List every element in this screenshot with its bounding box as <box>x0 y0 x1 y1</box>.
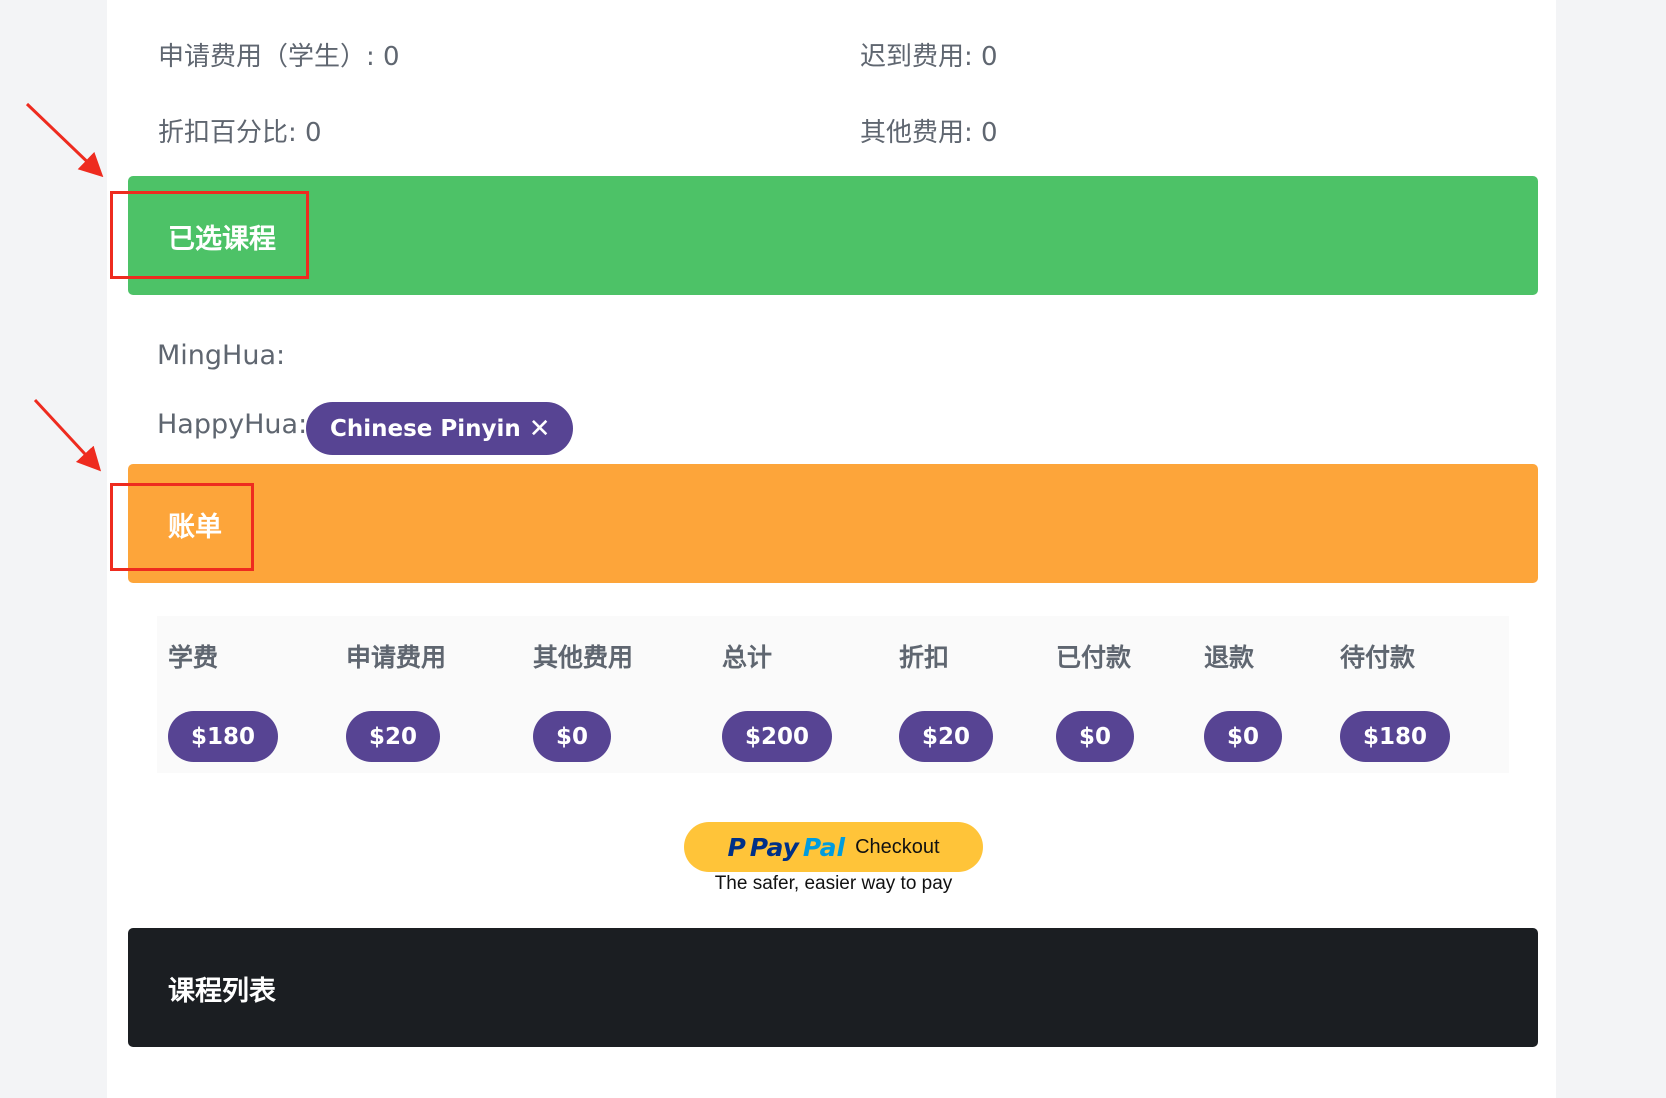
course-tag-label: Chinese Pinyin <box>330 415 521 442</box>
late-fee-label: 迟到费用: 0 <box>860 42 998 72</box>
bill-header-paid: 已付款 <box>1056 643 1132 672</box>
bill-header-total: 总计 <box>722 643 773 672</box>
highlight-box-bill <box>110 483 254 571</box>
bill-amount-discount: $20 <box>899 711 994 762</box>
arrow-icon <box>25 102 104 178</box>
discount-percent-label: 折扣百分比: 0 <box>158 118 322 148</box>
paypal-checkout-label: Checkout <box>855 835 940 858</box>
bill-table: 学费 $180 申请费用 $20 其他费用 $0 总计 $200 折扣 $20 … <box>157 616 1509 773</box>
student-name-minghua: MingHua: <box>157 340 286 371</box>
bill-amount-paid: $0 <box>1056 711 1135 762</box>
application-fee-student-label: 申请费用（学生）: 0 <box>158 42 400 72</box>
bill-header: 账单 <box>128 464 1538 583</box>
bill-amount-total: $200 <box>722 711 833 762</box>
paypal-logo-icon: P <box>727 832 746 862</box>
highlight-box-selected-courses <box>110 191 309 279</box>
bill-header-other-fee: 其他费用 <box>533 643 634 672</box>
bill-header-discount: 折扣 <box>899 643 950 672</box>
paypal-logo-pay: Pay <box>749 832 799 862</box>
bill-header-refund: 退款 <box>1204 643 1255 672</box>
bill-amount-refund: $0 <box>1204 711 1283 762</box>
course-list-title: 课程列表 <box>168 976 276 1007</box>
bill-amount-other-fee: $0 <box>533 711 612 762</box>
course-tag-chinese-pinyin[interactable]: Chinese Pinyin ✕ <box>306 402 573 455</box>
bill-amount-application-fee: $20 <box>346 711 441 762</box>
bill-header-tuition: 学费 <box>168 643 219 672</box>
course-list-header: 课程列表 <box>128 928 1538 1047</box>
selected-courses-header: 已选课程 <box>128 176 1538 295</box>
arrow-icon <box>33 398 102 472</box>
bill-header-pending: 待付款 <box>1340 643 1416 672</box>
paypal-checkout-button[interactable]: P Pay Pal Checkout <box>684 822 983 872</box>
close-icon[interactable]: ✕ <box>529 416 551 442</box>
bill-header-application-fee: 申请费用 <box>346 643 447 672</box>
paypal-logo-pal: Pal <box>802 832 846 862</box>
bill-amount-pending: $180 <box>1340 711 1451 762</box>
paypal-tagline: The safer, easier way to pay <box>714 873 953 894</box>
other-fee-label: 其他费用: 0 <box>860 118 998 148</box>
bill-amount-tuition: $180 <box>168 711 279 762</box>
student-name-happyhua: HappyHua: <box>157 409 308 440</box>
